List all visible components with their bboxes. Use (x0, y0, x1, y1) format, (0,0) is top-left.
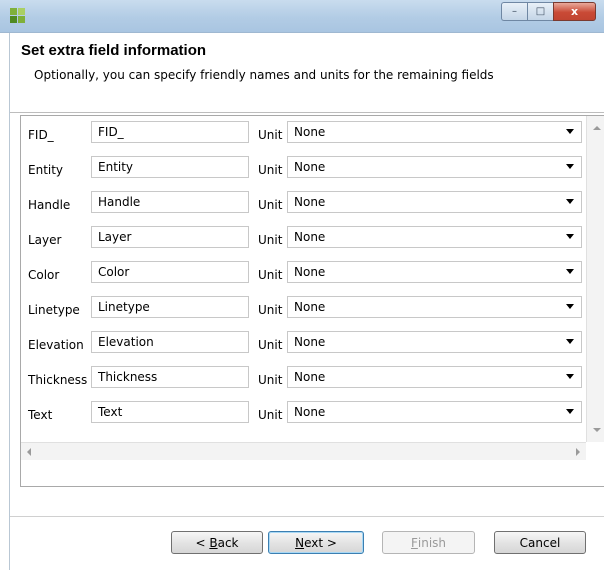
friendly-name-input[interactable]: Entity (91, 156, 249, 178)
unit-select-value: None (294, 125, 326, 139)
field-name-label: Layer (28, 233, 62, 247)
field-row: Thickness Thickness Unit None (21, 362, 586, 397)
friendly-name-input[interactable]: Linetype (91, 296, 249, 318)
friendly-name-input[interactable]: Elevation (91, 331, 249, 353)
field-name-label: Elevation (28, 338, 84, 352)
unit-select[interactable]: None (287, 261, 582, 283)
chevron-down-icon[interactable] (566, 374, 574, 379)
close-button[interactable]: x (553, 2, 596, 21)
field-name-label: Color (28, 268, 60, 282)
friendly-name-input[interactable]: Text (91, 401, 249, 423)
unit-select[interactable]: None (287, 296, 582, 318)
cancel-button[interactable]: Cancel (494, 531, 586, 554)
maximize-button[interactable]: □ (527, 2, 553, 21)
unit-select[interactable]: None (287, 121, 582, 143)
field-row: Layer Layer Unit None (21, 222, 586, 257)
minimize-button[interactable]: – (501, 2, 527, 21)
friendly-name-input[interactable]: Handle (91, 191, 249, 213)
field-row: Linetype Linetype Unit None (21, 292, 586, 327)
scroll-left-icon[interactable] (27, 448, 31, 456)
unit-select-value: None (294, 195, 326, 209)
unit-select-value: None (294, 230, 326, 244)
field-name-label: Linetype (28, 303, 80, 317)
friendly-name-input[interactable]: Layer (91, 226, 249, 248)
friendly-name-input[interactable]: Color (91, 261, 249, 283)
field-name-label: Thickness (28, 373, 88, 387)
vertical-scrollbar[interactable] (586, 116, 604, 442)
unit-select-value: None (294, 405, 326, 419)
unit-select[interactable]: None (287, 401, 582, 423)
unit-select-value: None (294, 370, 326, 384)
field-row: Color Color Unit None (21, 257, 586, 292)
chevron-down-icon[interactable] (566, 234, 574, 239)
scroll-right-icon[interactable] (576, 448, 580, 456)
field-row: Entity Entity Unit None (21, 152, 586, 187)
unit-select-value: None (294, 265, 326, 279)
page-title: Set extra field information (21, 42, 207, 59)
unit-select[interactable]: None (287, 156, 582, 178)
field-row: Elevation Elevation Unit None (21, 327, 586, 362)
next-button-label: ext > (304, 535, 337, 550)
finish-button-label: inish (417, 535, 447, 550)
chevron-down-icon[interactable] (566, 409, 574, 414)
back-button-mnemonic: B (209, 535, 218, 550)
chevron-down-icon[interactable] (566, 269, 574, 274)
horizontal-scrollbar[interactable] (21, 442, 586, 460)
field-row: Text Text Unit None (21, 397, 586, 432)
friendly-name-input[interactable]: Thickness (91, 366, 249, 388)
unit-label: Unit (258, 408, 283, 422)
unit-label: Unit (258, 198, 283, 212)
unit-label: Unit (258, 373, 283, 387)
field-row: Handle Handle Unit None (21, 187, 586, 222)
friendly-name-input[interactable]: FID_ (91, 121, 249, 143)
footer-divider (10, 516, 604, 517)
chevron-down-icon[interactable] (566, 339, 574, 344)
field-name-label: FID_ (28, 128, 54, 142)
unit-label: Unit (258, 338, 283, 352)
chevron-down-icon[interactable] (566, 199, 574, 204)
next-button[interactable]: Next > (268, 531, 364, 554)
finish-button-mnemonic: F (410, 535, 418, 550)
scroll-down-icon[interactable] (593, 428, 601, 432)
back-button-label: ack (217, 535, 239, 550)
unit-select[interactable]: None (287, 331, 582, 353)
unit-label: Unit (258, 233, 283, 247)
field-row: FID_ FID_ Unit None (21, 117, 586, 152)
scroll-up-icon[interactable] (593, 126, 601, 130)
chevron-down-icon[interactable] (566, 304, 574, 309)
unit-select[interactable]: None (287, 191, 582, 213)
chevron-down-icon[interactable] (566, 129, 574, 134)
field-name-label: Text (28, 408, 53, 422)
fields-panel: FID_ FID_ Unit None Entity Entity Unit None Hand… (20, 115, 604, 487)
unit-select-value: None (294, 160, 326, 174)
finish-button[interactable]: Finish (382, 531, 475, 554)
unit-select[interactable]: None (287, 226, 582, 248)
app-icon (10, 8, 26, 24)
back-button[interactable]: < Back (171, 531, 263, 554)
next-button-mnemonic: N (295, 535, 305, 550)
window-titlebar[interactable]: – □ x (0, 0, 604, 33)
window-controls: – □ x (501, 2, 596, 21)
unit-label: Unit (258, 303, 283, 317)
chevron-down-icon[interactable] (566, 164, 574, 169)
unit-select-value: None (294, 335, 326, 349)
wizard-dialog: Set extra field information Optionally, … (9, 33, 604, 570)
field-name-label: Handle (28, 198, 71, 212)
unit-label: Unit (258, 268, 283, 282)
unit-select-value: None (294, 300, 326, 314)
unit-select[interactable]: None (287, 366, 582, 388)
unit-label: Unit (258, 128, 283, 142)
wizard-header: Set extra field information Optionally, … (10, 33, 604, 113)
back-button-prefix: < (195, 535, 210, 550)
unit-label: Unit (258, 163, 283, 177)
field-name-label: Entity (28, 163, 64, 177)
page-description: Optionally, you can specify friendly nam… (34, 68, 494, 82)
